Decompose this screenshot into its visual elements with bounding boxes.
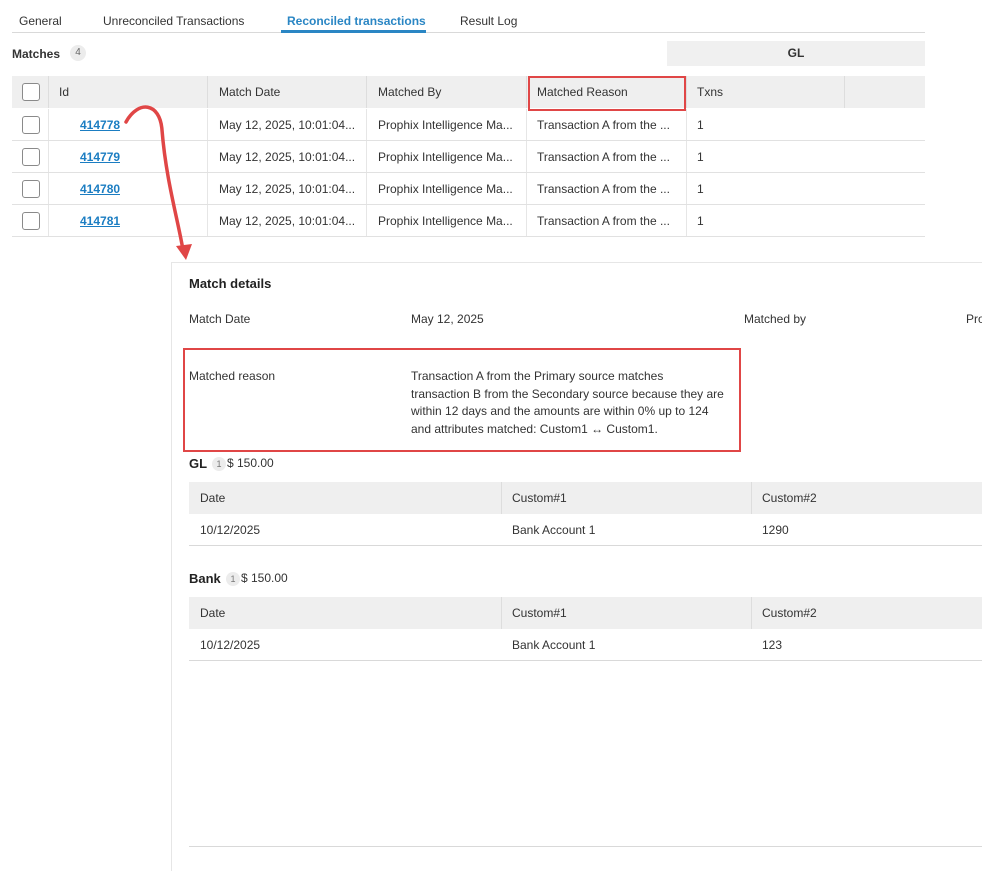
match-id-link[interactable]: 414779	[80, 141, 120, 173]
matches-label: Matches	[12, 47, 61, 61]
txns-cell: 1	[697, 214, 704, 228]
column-header-custom1[interactable]: Custom#1	[512, 597, 567, 629]
column-header-date[interactable]: Date	[200, 597, 225, 629]
txns-cell: 1	[697, 118, 704, 132]
custom2-cell: 1290	[762, 523, 789, 537]
column-header-txns[interactable]: Txns	[697, 76, 723, 108]
gl-amount: $ 150.00	[227, 456, 274, 470]
table-row[interactable]: 10/12/2025 Bank Account 1 123	[189, 629, 982, 661]
row-checkbox[interactable]	[22, 180, 40, 198]
matched-by-value: Pro	[966, 312, 982, 326]
txns-cell: 1	[697, 150, 704, 164]
date-cell: 10/12/2025	[200, 638, 261, 652]
custom1-cell: Bank Account 1	[512, 638, 596, 652]
match-date-cell: May 12, 2025, 10:01:04...	[219, 214, 356, 228]
match-id-link[interactable]: 414781	[80, 205, 120, 237]
matched-by-cell: Prophix Intelligence Ma...	[378, 150, 513, 164]
matched-reason-cell: Transaction A from the ...	[537, 182, 670, 196]
match-date-cell: May 12, 2025, 10:01:04...	[219, 150, 356, 164]
gl-table-header: Date Custom#1 Custom#2	[189, 482, 982, 514]
match-id-link[interactable]: 414778	[80, 109, 120, 141]
matched-reason-header-highlight	[528, 76, 686, 111]
matched-by-cell: Prophix Intelligence Ma...	[378, 182, 513, 196]
tab-general[interactable]: General	[19, 14, 62, 28]
match-details-title: Match details	[189, 276, 272, 291]
matched-reason-cell: Transaction A from the ...	[537, 214, 670, 228]
matched-reason-cell: Transaction A from the ...	[537, 150, 670, 164]
table-row[interactable]: 10/12/2025 Bank Account 1 1290	[189, 514, 982, 546]
tab-result-log[interactable]: Result Log	[460, 14, 517, 28]
txns-cell: 1	[697, 182, 704, 196]
row-checkbox[interactable]	[22, 148, 40, 166]
column-header-match-date[interactable]: Match Date	[219, 76, 280, 108]
match-date-value: May 12, 2025	[411, 312, 484, 326]
select-all-checkbox[interactable]	[22, 83, 40, 101]
matched-by-cell: Prophix Intelligence Ma...	[378, 118, 513, 132]
matched-reason-cell: Transaction A from the ...	[537, 118, 670, 132]
column-header-id[interactable]: Id	[59, 76, 69, 108]
column-header-custom2[interactable]: Custom#2	[762, 482, 817, 514]
annotation-arrow-icon	[124, 105, 192, 260]
row-checkbox[interactable]	[22, 116, 40, 134]
active-tab-indicator	[281, 30, 426, 33]
column-header-custom2[interactable]: Custom#2	[762, 597, 817, 629]
bank-table-header: Date Custom#1 Custom#2	[189, 597, 982, 629]
matches-count-badge: 4	[70, 45, 86, 61]
row-checkbox[interactable]	[22, 212, 40, 230]
panel-footer-divider	[189, 846, 982, 847]
tab-bar: General Unreconciled Transactions Reconc…	[12, 10, 925, 33]
gl-section-title: GL	[189, 456, 208, 471]
match-details-panel: Match details Match Date May 12, 2025 Ma…	[171, 262, 982, 871]
match-date-label: Match Date	[189, 312, 251, 326]
tab-unreconciled-transactions[interactable]: Unreconciled Transactions	[103, 14, 244, 28]
column-header-matched-by[interactable]: Matched By	[378, 76, 441, 108]
tab-reconciled-transactions[interactable]: Reconciled transactions	[287, 14, 426, 28]
match-date-cell: May 12, 2025, 10:01:04...	[219, 118, 356, 132]
column-header-custom1[interactable]: Custom#1	[512, 482, 567, 514]
gl-count-badge: 1	[212, 457, 226, 471]
matched-by-label: Matched by	[744, 312, 807, 326]
matched-by-cell: Prophix Intelligence Ma...	[378, 214, 513, 228]
bank-amount: $ 150.00	[241, 571, 288, 585]
matched-reason-highlight	[183, 348, 741, 452]
column-header-date[interactable]: Date	[200, 482, 225, 514]
match-date-cell: May 12, 2025, 10:01:04...	[219, 182, 356, 196]
date-cell: 10/12/2025	[200, 523, 261, 537]
bank-section-title: Bank	[189, 571, 221, 586]
match-id-link[interactable]: 414780	[80, 173, 120, 205]
custom1-cell: Bank Account 1	[512, 523, 596, 537]
bank-count-badge: 1	[226, 572, 240, 586]
gl-group-header: GL	[667, 41, 925, 66]
custom2-cell: 123	[762, 638, 783, 652]
